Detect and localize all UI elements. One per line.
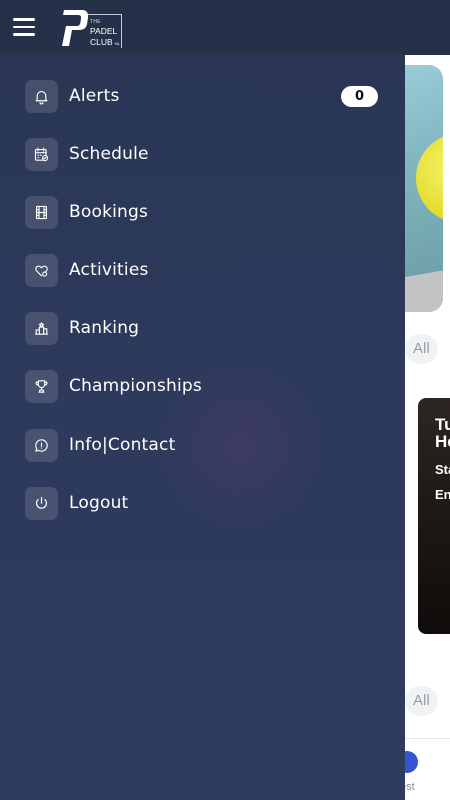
menu-item-schedule[interactable]: Schedule <box>0 129 405 179</box>
calendar-icon <box>25 137 58 171</box>
event-card-line-start: Sta <box>435 462 450 477</box>
menu-item-label: Info|Contact <box>69 435 176 455</box>
bell-icon <box>25 79 58 113</box>
alerts-count-badge: 0 <box>341 85 378 107</box>
event-card[interactable]: Tu He Sta En <box>418 398 450 634</box>
event-card-line-end: En <box>435 487 450 502</box>
menu-item-activities[interactable]: Activities <box>0 245 405 295</box>
menu-item-ranking[interactable]: Ranking <box>0 303 405 353</box>
menu-item-label: Ranking <box>69 318 140 338</box>
trophy-icon <box>25 369 58 403</box>
heart-icon <box>25 253 58 287</box>
menu-item-logout[interactable]: Logout <box>0 478 405 528</box>
top-bar: THE PADEL CLUB NL <box>0 0 450 55</box>
menu-item-label: Championships <box>69 376 202 396</box>
menu-item-label: Activities <box>69 260 149 280</box>
menu-item-championships[interactable]: Championships <box>0 361 405 411</box>
menu-item-label: Logout <box>69 493 129 513</box>
menu-item-label: Alerts <box>69 86 120 106</box>
filter-chip-all-2[interactable]: All <box>405 686 438 716</box>
film-icon <box>25 195 58 229</box>
padel-ball-image <box>416 133 443 223</box>
navigation-drawer: Alerts 0 Schedule Bookings Activities Ra… <box>0 55 405 800</box>
chat-info-icon <box>25 428 58 462</box>
hamburger-menu-icon[interactable] <box>13 18 35 36</box>
menu-item-info-contact[interactable]: Info|Contact <box>0 420 405 470</box>
event-card-title: Tu He <box>435 415 450 451</box>
menu-item-alerts[interactable]: Alerts 0 <box>0 71 405 121</box>
menu-item-label: Schedule <box>69 144 149 164</box>
podium-icon <box>25 311 58 345</box>
padel-club-logo: THE PADEL CLUB NL <box>60 7 124 49</box>
power-icon <box>25 486 58 520</box>
menu-item-bookings[interactable]: Bookings <box>0 187 405 237</box>
filter-chip-all[interactable]: All <box>405 334 438 364</box>
menu-item-label: Bookings <box>69 202 149 222</box>
